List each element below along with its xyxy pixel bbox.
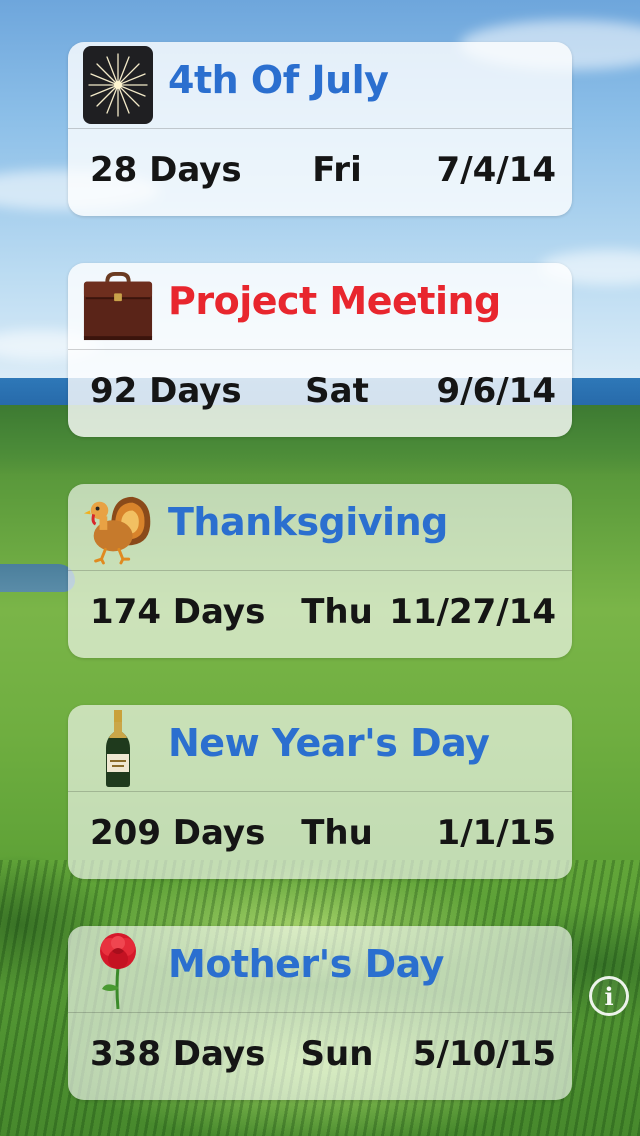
fireworks-icon (82, 46, 154, 124)
days-remaining: 338 Days (90, 1034, 266, 1074)
event-header: 4th Of July (68, 42, 572, 128)
days-remaining: 28 Days (90, 150, 242, 190)
weekday: Fri (312, 150, 362, 190)
event-card-new-years-day[interactable]: New Year's Day 209 Days Thu 1/1/15 (68, 705, 572, 879)
event-details: 92 Days Sat 9/6/14 (68, 367, 572, 417)
days-remaining: 174 Days (90, 592, 266, 632)
event-details: 209 Days Thu 1/1/15 (68, 809, 572, 859)
event-details: 338 Days Sun 5/10/15 (68, 1030, 572, 1080)
event-title: Mother's Day (168, 942, 444, 986)
event-card-4th-of-july[interactable]: 4th Of July 28 Days Fri 7/4/14 (68, 42, 572, 216)
weekday: Thu (301, 592, 373, 632)
event-card-thanksgiving[interactable]: Thanksgiving 174 Days Thu 11/27/14 (68, 484, 572, 658)
event-date: 1/1/15 (436, 813, 556, 853)
event-title: New Year's Day (168, 721, 490, 765)
divider (68, 349, 572, 350)
event-details: 174 Days Thu 11/27/14 (68, 588, 572, 638)
days-remaining: 209 Days (90, 813, 266, 853)
rose-icon (82, 930, 154, 1009)
event-date: 7/4/14 (436, 150, 556, 190)
event-date: 11/27/14 (389, 592, 556, 632)
event-header: New Year's Day (68, 705, 572, 791)
divider (68, 1012, 572, 1013)
divider (68, 570, 572, 571)
event-header: Thanksgiving (68, 484, 572, 570)
event-date: 5/10/15 (412, 1034, 556, 1074)
weekday: Sat (305, 371, 369, 411)
event-title: Project Meeting (168, 279, 501, 323)
info-button[interactable]: i (589, 976, 629, 1016)
divider (68, 791, 572, 792)
lake (0, 564, 75, 592)
event-header: Mother's Day (68, 926, 572, 1012)
event-details: 28 Days Fri 7/4/14 (68, 146, 572, 196)
event-header: Project Meeting (68, 263, 572, 349)
event-date: 9/6/14 (436, 371, 556, 411)
briefcase-icon (82, 267, 154, 345)
info-icon: i (604, 981, 614, 1011)
days-remaining: 92 Days (90, 371, 242, 411)
weekday: Sun (300, 1034, 374, 1074)
turkey-icon (82, 488, 154, 566)
event-card-mothers-day[interactable]: Mother's Day 338 Days Sun 5/10/15 (68, 926, 572, 1100)
champagne-icon (82, 709, 154, 787)
divider (68, 128, 572, 129)
event-card-project-meeting[interactable]: Project Meeting 92 Days Sat 9/6/14 (68, 263, 572, 437)
event-title: Thanksgiving (168, 500, 448, 544)
event-title: 4th Of July (168, 58, 389, 102)
weekday: Thu (301, 813, 373, 853)
